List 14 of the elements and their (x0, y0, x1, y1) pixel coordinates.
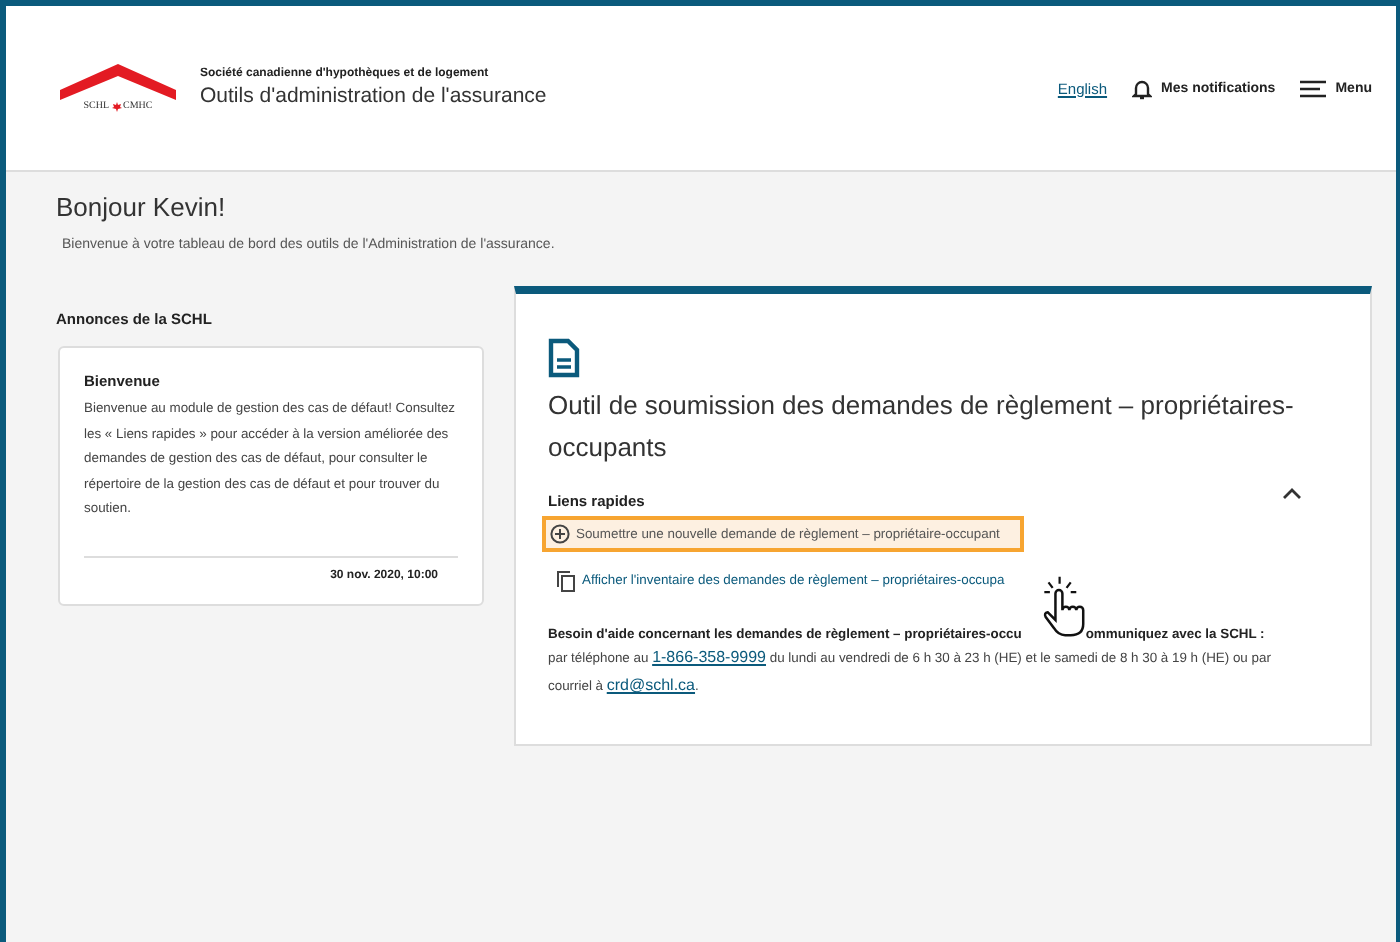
roof-logo-icon (60, 64, 176, 100)
app-title: Outils d'administration de l'assurance (200, 84, 547, 108)
menu-icon (1299, 79, 1326, 97)
bell-icon (1131, 77, 1152, 99)
maple-leaf-icon (111, 102, 122, 112)
document-icon (548, 338, 580, 378)
greeting-title: Bonjour Kevin! (56, 192, 228, 222)
email-link[interactable]: crd@schl.ca (606, 676, 696, 694)
plus-circle-icon (550, 524, 570, 544)
copy-icon (556, 570, 576, 592)
collapse-button[interactable] (1282, 488, 1302, 500)
phone-link[interactable]: 1-866-358-9999 (652, 648, 766, 666)
chevron-icon (1282, 488, 1302, 500)
tool-title: Outil de soumission des demandes de règlement – propriétaires-occupants (548, 388, 1296, 466)
